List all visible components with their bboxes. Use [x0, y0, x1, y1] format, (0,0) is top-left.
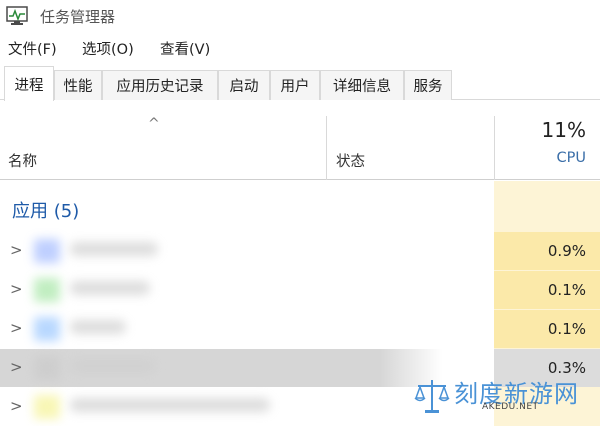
table-row[interactable]: > 0.1%	[0, 271, 600, 309]
chevron-right-icon[interactable]: >	[10, 280, 23, 298]
cpu-cell: 0.9%	[494, 232, 600, 270]
cpu-cell: 0.1%	[494, 271, 600, 309]
cpu-total: 11%	[541, 118, 586, 142]
tab-app-history[interactable]: 应用历史记录	[102, 70, 218, 100]
tab-startup[interactable]: 启动	[218, 70, 270, 100]
menu-file[interactable]: 文件(F)	[8, 38, 57, 59]
app-icon	[34, 395, 60, 419]
watermark-sub: AKEDU.NET	[482, 402, 539, 412]
process-name-blurred	[70, 242, 158, 256]
task-manager-icon	[6, 6, 28, 25]
menu-view[interactable]: 查看(V)	[160, 38, 210, 59]
app-icon	[34, 356, 60, 380]
app-icon	[34, 278, 60, 302]
menu-options[interactable]: 选项(O)	[82, 38, 134, 59]
group-title-apps[interactable]: 应用 (5)	[12, 197, 79, 223]
table-row[interactable]: > 0.1%	[0, 310, 600, 348]
chevron-right-icon[interactable]: >	[10, 358, 23, 376]
watermark: 刻度新游网 AKEDU.NET	[404, 372, 594, 418]
tab-details[interactable]: 详细信息	[320, 70, 404, 100]
tab-bar: 进程 性能 应用历史记录 启动 用户 详细信息 服务	[0, 66, 600, 101]
process-name-blurred	[70, 398, 270, 412]
process-name-blurred	[70, 281, 150, 295]
scale-icon	[414, 380, 450, 413]
tab-users[interactable]: 用户	[270, 70, 320, 100]
tab-performance[interactable]: 性能	[54, 70, 102, 100]
process-name-blurred	[70, 320, 126, 334]
column-divider[interactable]	[326, 116, 327, 180]
sort-arrow-icon[interactable]: ^	[148, 116, 160, 132]
window-title: 任务管理器	[40, 8, 116, 26]
tab-processes[interactable]: 进程	[4, 66, 54, 101]
cpu-value: 0.1%	[547, 281, 586, 299]
chevron-right-icon[interactable]: >	[10, 397, 23, 415]
chevron-right-icon[interactable]: >	[10, 319, 23, 337]
cpu-value: 0.9%	[547, 242, 586, 260]
column-cpu[interactable]: CPU	[557, 150, 586, 166]
column-name[interactable]: 名称	[8, 150, 37, 171]
menu-bar: 文件(F) 选项(O) 查看(V)	[0, 36, 600, 60]
table-row[interactable]: > 0.9%	[0, 232, 600, 270]
cpu-cell: 0.1%	[494, 310, 600, 348]
app-icon	[34, 239, 60, 263]
tab-services[interactable]: 服务	[404, 70, 452, 100]
process-name-blurred	[70, 359, 156, 373]
cpu-value: 0.1%	[547, 320, 586, 338]
title-bar: 任务管理器	[0, 0, 600, 32]
column-status[interactable]: 状态	[336, 150, 365, 171]
chevron-right-icon[interactable]: >	[10, 241, 23, 259]
app-icon	[34, 317, 60, 341]
column-header: ^ 名称 状态 11% CPU	[0, 116, 600, 180]
column-divider[interactable]	[494, 116, 495, 180]
